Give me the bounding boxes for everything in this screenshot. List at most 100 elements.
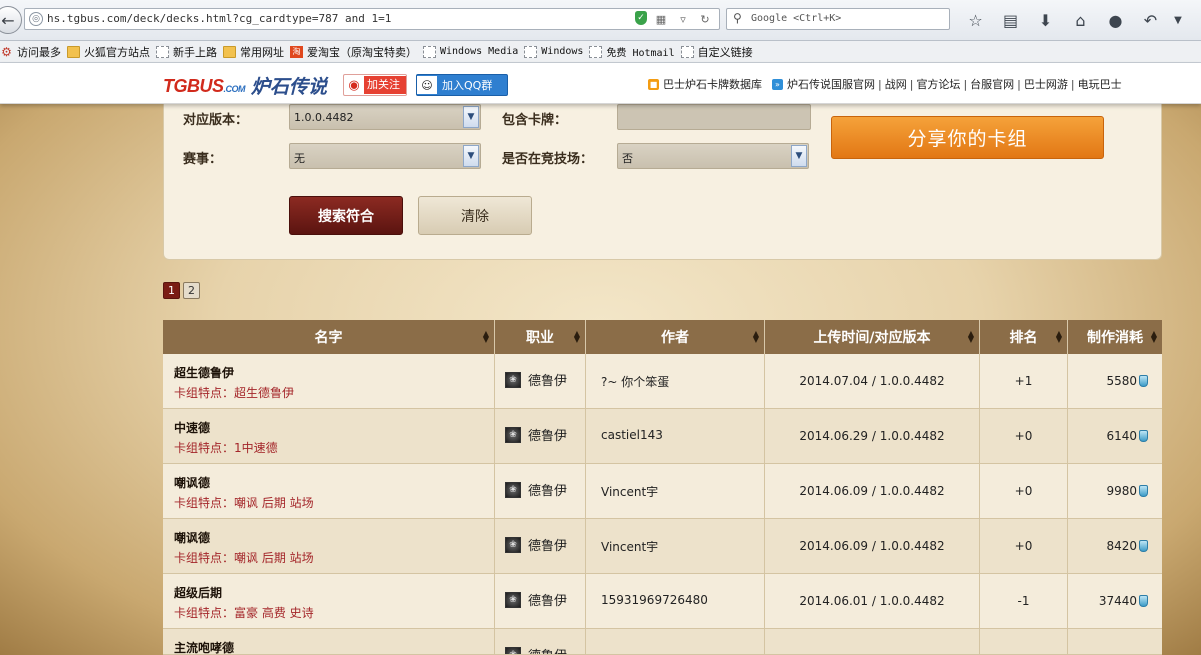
upload-date-version: 2014.06.29 / 1.0.0.4482 — [799, 429, 945, 443]
bookmark-windows-media[interactable]: Windows Media — [423, 45, 518, 58]
link-official-cn[interactable]: 炉石传说国服官网 — [787, 76, 875, 92]
link-official-tw[interactable]: 台服官网 — [970, 76, 1014, 92]
page-icon — [589, 45, 603, 58]
link-forum[interactable]: 官方论坛 — [916, 76, 960, 92]
bookmark-firefox-official[interactable]: 火狐官方站点 — [67, 44, 150, 60]
qr-code-icon[interactable]: ▦ — [653, 11, 669, 27]
share-deck-button[interactable]: 分享你的卡组 — [831, 116, 1104, 159]
version-label: 对应版本： — [183, 113, 249, 128]
bookmark-common-sites[interactable]: 常用网址 — [223, 44, 284, 60]
contains-card-input[interactable] — [617, 104, 811, 130]
event-select[interactable]: 无 ▼ — [289, 143, 481, 169]
header-cost[interactable]: 制作消耗 ▲ ▼ — [1068, 320, 1162, 354]
druid-class-icon: ❀ — [505, 371, 521, 388]
bookmark-windows[interactable]: Windows — [524, 45, 583, 58]
bookmark-custom-links[interactable]: 自定义链接 — [680, 44, 753, 60]
tgbus-logo[interactable]: TGBUS.COM — [163, 76, 245, 97]
taobao-icon: 淘 — [290, 45, 303, 58]
bookmark-getting-started[interactable]: 新手上路 — [156, 44, 217, 60]
sort-icon: ▲ ▼ — [1055, 329, 1062, 344]
search-button[interactable]: 搜索符合 — [289, 196, 403, 235]
class-label: 德鲁伊 — [528, 484, 568, 499]
craft-cost: 9980 — [1106, 484, 1137, 498]
qq-group-button[interactable]: ☺ 加入QQ群 — [416, 74, 508, 96]
bookmark-aitaobao[interactable]: 淘爱淘宝（原淘宝特卖） — [290, 44, 417, 60]
rank: +0 — [1014, 429, 1033, 443]
class-label: 德鲁伊 — [528, 374, 568, 389]
link-bus-online[interactable]: 巴士网游 — [1024, 76, 1068, 92]
table-row[interactable]: 嘲讽德 卡组特点：嘲讽 后期 站场 ❀ 德鲁伊 Vincent宇 2014.06.… — [163, 464, 1162, 519]
contains-card-label: 包含卡牌： — [502, 113, 568, 128]
link-tgbus[interactable]: 电玩巴士 — [1078, 76, 1122, 92]
arrow-link-icon: » — [772, 78, 783, 90]
deck-name[interactable]: 超级后期 — [174, 584, 222, 601]
page-1[interactable]: 1 — [163, 282, 180, 299]
druid-class-icon: ❀ — [505, 426, 521, 443]
folder-icon — [67, 45, 80, 58]
reading-list-icon[interactable]: ▤ — [993, 8, 1028, 32]
database-icon: ■ — [648, 78, 659, 90]
link-battlenet[interactable]: 战网 — [885, 76, 907, 92]
download-icon[interactable]: ⬇ — [1028, 8, 1063, 32]
header-upload[interactable]: 上传时间/对应版本 ▲ ▼ — [765, 320, 980, 354]
craft-cost: 5580 — [1106, 374, 1137, 388]
url-text: hs.tgbus.com/deck/decks.html?cg_cardtype… — [47, 12, 392, 25]
clear-button[interactable]: 清除 — [418, 196, 532, 235]
rank: +1 — [1014, 374, 1033, 388]
rank: +0 — [1014, 539, 1033, 553]
deck-name[interactable]: 嘲讽德 — [174, 474, 210, 491]
undo-icon[interactable]: ↶ — [1133, 8, 1168, 32]
game-logo[interactable]: 炉石传说 — [251, 72, 327, 99]
bookmark-hotmail[interactable]: 免费 Hotmail — [589, 44, 675, 59]
header-class[interactable]: 职业 ▲ ▼ — [495, 320, 586, 354]
upload-date-version: 2014.06.09 / 1.0.0.4482 — [799, 484, 945, 498]
craft-cost: 6140 — [1106, 429, 1137, 443]
weibo-icon: ◉ — [348, 77, 360, 93]
back-arrow-icon[interactable]: ← — [0, 6, 22, 34]
reload-icon[interactable]: ↻ — [697, 11, 713, 27]
arcane-dust-icon — [1139, 430, 1148, 442]
version-select[interactable]: 1.0.0.4482 ▼ — [289, 104, 481, 130]
chat-icon[interactable]: ● — [1098, 8, 1133, 32]
address-bar[interactable]: ◎ hs.tgbus.com/deck/decks.html?cg_cardty… — [24, 8, 720, 30]
globe-icon: ◎ — [29, 12, 43, 26]
author[interactable]: ?~ 你个笨蛋 — [601, 373, 669, 390]
author[interactable]: Vincent宇 — [601, 483, 658, 500]
header-name[interactable]: 名字 ▲ ▼ — [163, 320, 495, 354]
link-card-database[interactable]: 巴士炉石卡牌数据库 — [663, 76, 762, 92]
home-icon[interactable]: ⌂ — [1063, 8, 1098, 32]
author[interactable]: Vincent宇 — [601, 538, 658, 555]
class-label: 德鲁伊 — [528, 594, 568, 609]
table-row[interactable]: 主流咆哮德 ❀ 德鲁伊 — [163, 629, 1162, 655]
druid-class-icon: ❀ — [505, 536, 521, 553]
menu-chevron-icon[interactable]: ▼ — [1168, 8, 1188, 32]
author[interactable]: castiel143 — [601, 428, 663, 442]
author[interactable]: 15931969726480 — [601, 593, 708, 607]
deck-name[interactable]: 超生德鲁伊 — [174, 364, 234, 381]
table-row[interactable]: 嘲讽德 卡组特点：嘲讽 后期 站场 ❀ 德鲁伊 Vincent宇 2014.06.… — [163, 519, 1162, 574]
table-row[interactable]: 超级后期 卡组特点：富豪 高费 史诗 ❀ 德鲁伊 15931969726480 2… — [163, 574, 1162, 629]
browser-navbar: ← ◎ hs.tgbus.com/deck/decks.html?cg_card… — [0, 0, 1201, 41]
shield-icon[interactable]: ✓ — [635, 11, 647, 25]
dropdown-arrow-icon[interactable]: ▿ — [675, 11, 691, 27]
arena-select[interactable]: 否 ▼ — [617, 143, 809, 169]
deck-name[interactable]: 嘲讽德 — [174, 529, 210, 546]
druid-class-icon: ❀ — [505, 646, 521, 654]
bookmark-star-icon[interactable]: ☆ — [958, 8, 993, 32]
deck-name[interactable]: 主流咆哮德 — [174, 639, 234, 654]
rank: -1 — [1017, 594, 1030, 608]
deck-name[interactable]: 中速德 — [174, 419, 210, 436]
search-placeholder: Google <Ctrl+K> — [751, 13, 842, 24]
table-row[interactable]: 超生德鲁伊 卡组特点：超生德鲁伊 ❀ 德鲁伊 ?~ 你个笨蛋 2014.07.04… — [163, 354, 1162, 409]
sort-icon: ▲ ▼ — [752, 329, 759, 344]
search-box[interactable]: ⚲ Google <Ctrl+K> — [726, 8, 950, 30]
deck-features: 卡组特点：1中速德 — [174, 441, 278, 455]
weibo-follow-button[interactable]: ◉ 加关注 — [343, 74, 407, 96]
page-2[interactable]: 2 — [183, 282, 200, 299]
qq-icon: ☺ — [417, 76, 437, 94]
class-label: 德鲁伊 — [528, 429, 568, 444]
bookmark-most-visited[interactable]: ⚙ 访问最多 — [0, 44, 61, 60]
header-rank[interactable]: 排名 ▲ ▼ — [980, 320, 1068, 354]
table-row[interactable]: 中速德 卡组特点：1中速德 ❀ 德鲁伊 castiel143 2014.06.29… — [163, 409, 1162, 464]
header-author[interactable]: 作者 ▲ ▼ — [586, 320, 765, 354]
